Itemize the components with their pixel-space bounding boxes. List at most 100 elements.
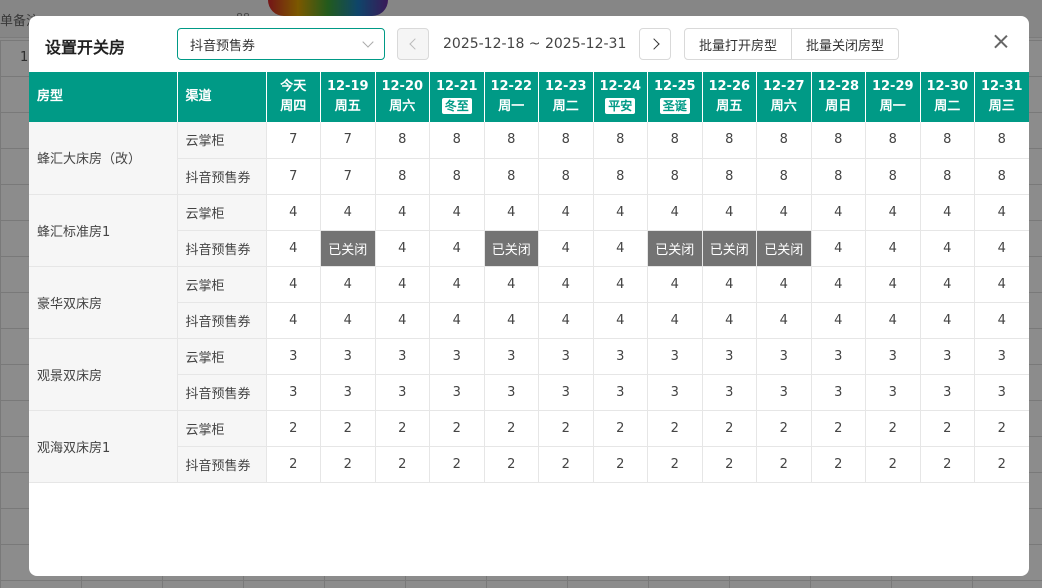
availability-cell[interactable]: 3 — [320, 338, 376, 375]
availability-cell[interactable]: 2 — [429, 446, 485, 483]
availability-cell[interactable]: 2 — [538, 446, 594, 483]
availability-cell[interactable]: 4 — [375, 194, 430, 231]
availability-cell[interactable]: 2 — [429, 410, 485, 447]
availability-cell[interactable]: 2 — [920, 446, 975, 483]
availability-cell[interactable]: 4 — [538, 194, 594, 231]
availability-cell[interactable]: 4 — [756, 266, 812, 303]
availability-cell[interactable]: 8 — [484, 158, 539, 195]
availability-cell[interactable]: 3 — [266, 374, 321, 411]
availability-cell[interactable]: 4 — [375, 230, 430, 267]
availability-cell[interactable]: 4 — [920, 194, 975, 231]
next-period-button[interactable] — [639, 28, 671, 60]
availability-cell[interactable]: 4 — [974, 302, 1029, 339]
availability-cell[interactable]: 4 — [702, 266, 757, 303]
availability-cell[interactable]: 4 — [865, 266, 921, 303]
availability-cell[interactable]: 4 — [320, 194, 376, 231]
closed-cell[interactable]: 已关闭 — [702, 230, 757, 267]
availability-cell[interactable]: 4 — [593, 194, 648, 231]
availability-cell[interactable]: 8 — [375, 122, 430, 159]
availability-cell[interactable]: 4 — [702, 194, 757, 231]
availability-cell[interactable]: 8 — [702, 158, 757, 195]
availability-cell[interactable]: 8 — [811, 158, 866, 195]
availability-cell[interactable]: 4 — [920, 230, 975, 267]
availability-cell[interactable]: 4 — [484, 266, 539, 303]
availability-cell[interactable]: 4 — [320, 302, 376, 339]
availability-cell[interactable]: 2 — [593, 446, 648, 483]
availability-cell[interactable]: 8 — [429, 158, 485, 195]
availability-cell[interactable]: 8 — [484, 122, 539, 159]
availability-cell[interactable]: 2 — [920, 410, 975, 447]
availability-cell[interactable]: 7 — [320, 158, 376, 195]
availability-cell[interactable]: 3 — [484, 338, 539, 375]
availability-cell[interactable]: 2 — [538, 410, 594, 447]
availability-cell[interactable]: 8 — [538, 122, 594, 159]
availability-cell[interactable]: 4 — [974, 230, 1029, 267]
availability-cell[interactable]: 3 — [429, 338, 485, 375]
availability-cell[interactable]: 4 — [647, 194, 703, 231]
availability-cell[interactable]: 2 — [702, 410, 757, 447]
availability-cell[interactable]: 8 — [702, 122, 757, 159]
availability-cell[interactable]: 4 — [538, 302, 594, 339]
availability-cell[interactable]: 7 — [320, 122, 376, 159]
availability-cell[interactable]: 4 — [702, 302, 757, 339]
availability-cell[interactable]: 3 — [756, 374, 812, 411]
availability-cell[interactable]: 3 — [811, 374, 866, 411]
availability-cell[interactable]: 4 — [865, 194, 921, 231]
availability-cell[interactable]: 8 — [920, 122, 975, 159]
availability-cell[interactable]: 8 — [865, 122, 921, 159]
availability-cell[interactable]: 2 — [266, 410, 321, 447]
availability-cell[interactable]: 3 — [920, 374, 975, 411]
prev-period-button[interactable] — [397, 28, 429, 60]
availability-cell[interactable]: 4 — [320, 266, 376, 303]
availability-cell[interactable]: 4 — [375, 302, 430, 339]
availability-cell[interactable]: 4 — [593, 230, 648, 267]
close-icon[interactable] — [991, 32, 1011, 52]
availability-cell[interactable]: 2 — [865, 410, 921, 447]
availability-cell[interactable]: 4 — [974, 266, 1029, 303]
availability-cell[interactable]: 2 — [593, 410, 648, 447]
availability-cell[interactable]: 4 — [974, 194, 1029, 231]
availability-cell[interactable]: 8 — [647, 158, 703, 195]
availability-cell[interactable]: 8 — [538, 158, 594, 195]
closed-cell[interactable]: 已关闭 — [484, 230, 539, 267]
availability-cell[interactable]: 4 — [538, 266, 594, 303]
availability-cell[interactable]: 7 — [266, 122, 321, 159]
availability-cell[interactable]: 2 — [266, 446, 321, 483]
availability-cell[interactable]: 2 — [811, 446, 866, 483]
availability-cell[interactable]: 4 — [429, 266, 485, 303]
availability-cell[interactable]: 3 — [538, 374, 594, 411]
availability-cell[interactable]: 3 — [320, 374, 376, 411]
availability-cell[interactable]: 4 — [266, 302, 321, 339]
availability-cell[interactable]: 7 — [266, 158, 321, 195]
availability-cell[interactable]: 4 — [593, 302, 648, 339]
availability-cell[interactable]: 8 — [647, 122, 703, 159]
availability-cell[interactable]: 2 — [375, 446, 430, 483]
availability-cell[interactable]: 4 — [429, 230, 485, 267]
availability-cell[interactable]: 8 — [974, 158, 1029, 195]
availability-cell[interactable]: 4 — [429, 302, 485, 339]
availability-cell[interactable]: 3 — [375, 338, 430, 375]
availability-cell[interactable]: 3 — [593, 338, 648, 375]
availability-cell[interactable]: 2 — [865, 446, 921, 483]
availability-cell[interactable]: 4 — [920, 302, 975, 339]
availability-cell[interactable]: 2 — [974, 410, 1029, 447]
availability-cell[interactable]: 3 — [647, 338, 703, 375]
availability-cell[interactable]: 2 — [647, 446, 703, 483]
availability-cell[interactable]: 4 — [756, 194, 812, 231]
batch-open-button[interactable]: 批量打开房型 — [684, 28, 793, 60]
availability-cell[interactable]: 4 — [811, 230, 866, 267]
availability-cell[interactable]: 8 — [865, 158, 921, 195]
availability-cell[interactable]: 4 — [811, 302, 866, 339]
availability-cell[interactable]: 4 — [756, 302, 812, 339]
availability-cell[interactable]: 3 — [702, 338, 757, 375]
availability-cell[interactable]: 2 — [320, 410, 376, 447]
availability-cell[interactable]: 2 — [756, 446, 812, 483]
closed-cell[interactable]: 已关闭 — [320, 230, 376, 267]
availability-cell[interactable]: 2 — [974, 446, 1029, 483]
availability-cell[interactable]: 4 — [266, 266, 321, 303]
availability-cell[interactable]: 3 — [375, 374, 430, 411]
availability-cell[interactable]: 3 — [865, 338, 921, 375]
availability-cell[interactable]: 2 — [320, 446, 376, 483]
availability-cell[interactable]: 3 — [756, 338, 812, 375]
availability-cell[interactable]: 8 — [429, 122, 485, 159]
